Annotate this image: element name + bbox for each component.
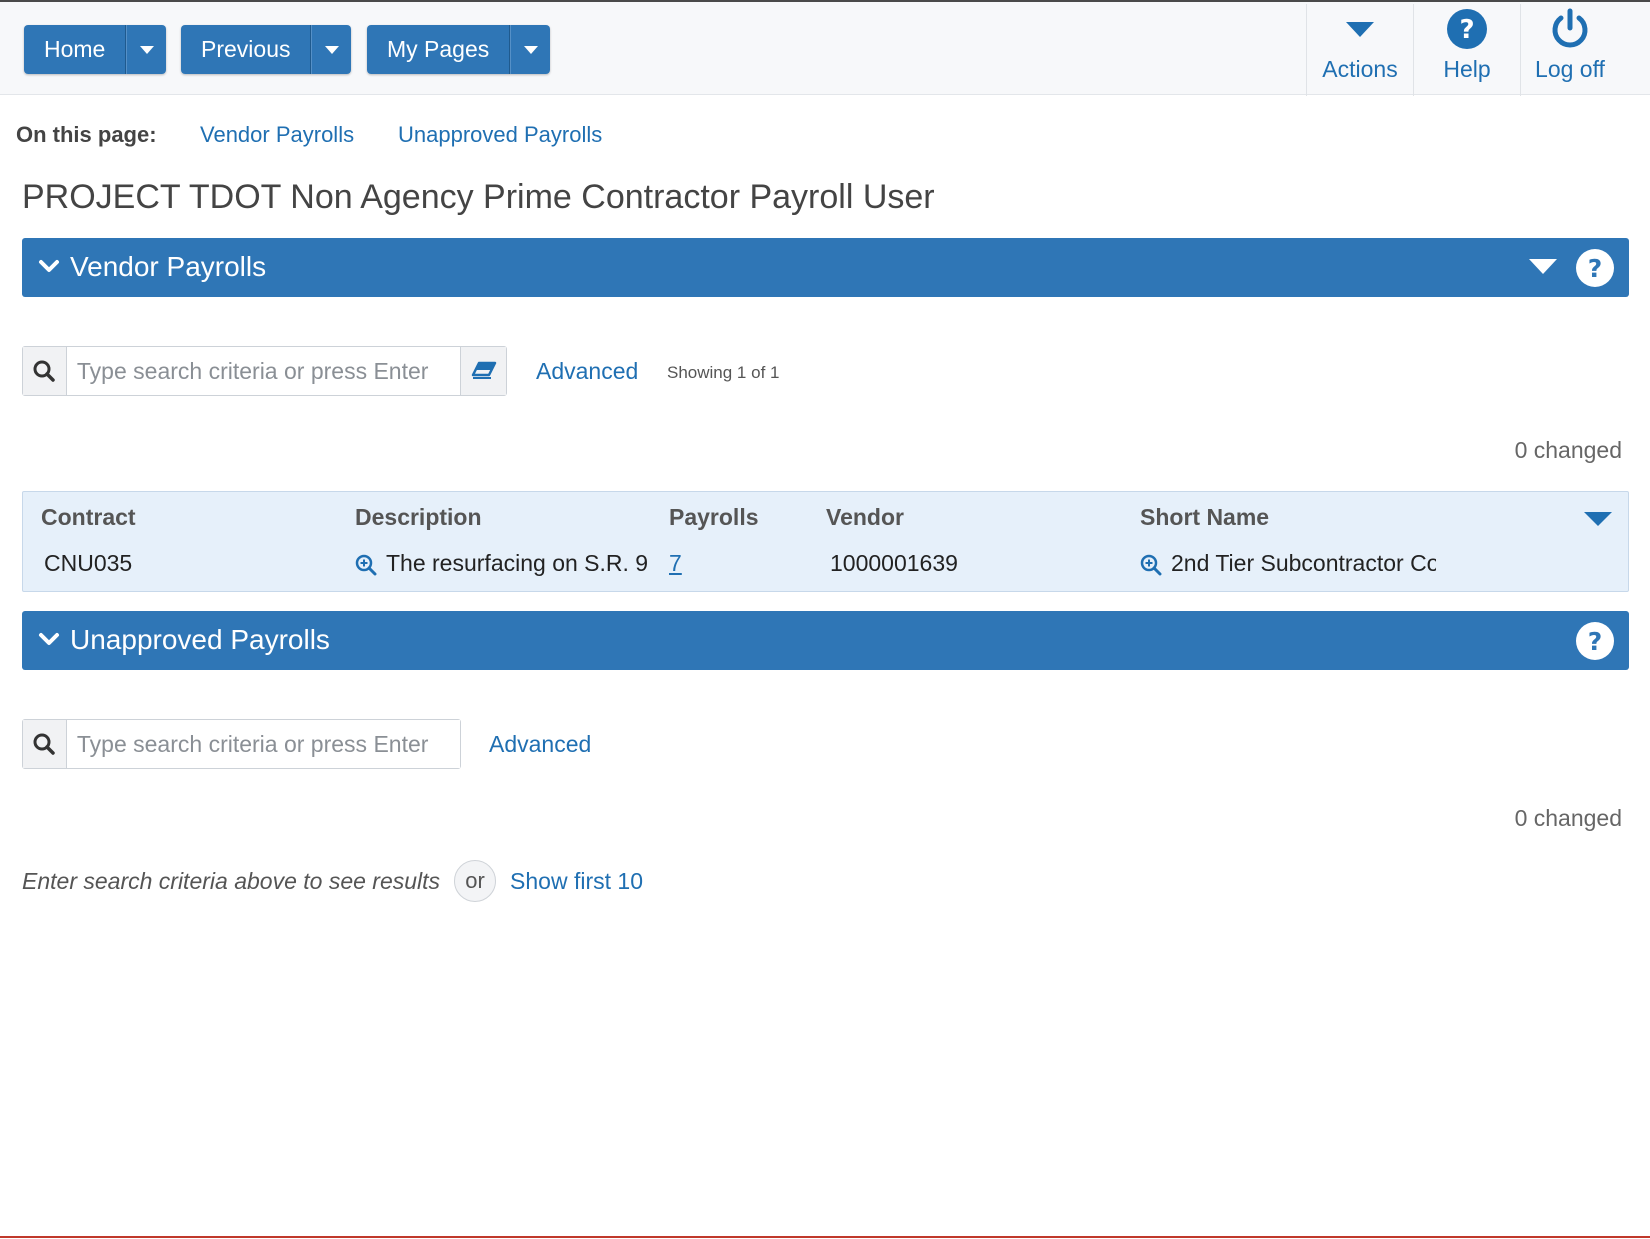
- caret-down-icon: [139, 45, 154, 54]
- bottom-border: [0, 1236, 1650, 1238]
- panel-help-icon[interactable]: ?: [1575, 248, 1615, 293]
- unapproved-payrolls-search-input[interactable]: [66, 720, 460, 768]
- vendor-payrolls-search: [22, 346, 507, 396]
- cell-short-name: 2nd Tier Subcontractor Co: [1171, 550, 1436, 576]
- jump-link-vendor-payrolls[interactable]: Vendor Payrolls: [200, 122, 354, 148]
- my-pages-dropdown-button[interactable]: [510, 25, 551, 74]
- grid-options-caret-icon[interactable]: [1584, 512, 1612, 526]
- svg-text:?: ?: [1588, 627, 1603, 656]
- svg-text:?: ?: [1459, 15, 1474, 45]
- search-icon: [23, 720, 67, 768]
- on-this-page-nav: On this page: Vendor Payrolls Unapproved…: [16, 122, 602, 148]
- unapproved-payrolls-changed-count: 0 changed: [1514, 805, 1622, 831]
- power-icon: [1548, 4, 1592, 54]
- clear-search-eraser-icon[interactable]: [460, 347, 506, 395]
- search-icon: [23, 347, 67, 395]
- vendor-payrolls-changed-count: 0 changed: [1514, 437, 1622, 463]
- cell-vendor: 1000001639: [830, 550, 958, 576]
- log-off-label: Log off: [1535, 56, 1605, 82]
- caret-down-icon: [523, 45, 538, 54]
- column-header-short-name[interactable]: Short Name: [1140, 504, 1269, 531]
- home-button[interactable]: Home: [24, 25, 127, 74]
- unapproved-payrolls-search: [22, 719, 461, 769]
- or-separator: or: [454, 860, 497, 902]
- panel-help-icon[interactable]: ?: [1575, 621, 1615, 666]
- actions-caret-icon: [1346, 4, 1374, 54]
- unapproved-payrolls-panel-header[interactable]: Unapproved Payrolls ?: [22, 611, 1629, 670]
- previous-button-group: Previous: [181, 25, 352, 74]
- on-this-page-label: On this page:: [16, 122, 157, 147]
- unapproved-payrolls-title: Unapproved Payrolls: [70, 624, 330, 655]
- show-first-10-link[interactable]: Show first 10: [510, 868, 643, 895]
- top-navbar: Home Previous My Pages Actions ? Help Lo…: [0, 2, 1650, 96]
- chevron-down-icon: [38, 631, 60, 652]
- home-dropdown-button[interactable]: [126, 25, 167, 74]
- caret-down-icon: [324, 45, 339, 54]
- help-icon: ?: [1446, 4, 1488, 54]
- home-button-group: Home: [24, 25, 167, 74]
- svg-text:?: ?: [1588, 254, 1603, 283]
- vendor-payrolls-panel-header[interactable]: Vendor Payrolls ?: [22, 238, 1629, 297]
- previous-dropdown-button[interactable]: [311, 25, 352, 74]
- column-header-description[interactable]: Description: [355, 504, 482, 531]
- vendor-payrolls-advanced-link[interactable]: Advanced: [536, 358, 638, 385]
- column-header-payrolls[interactable]: Payrolls: [669, 504, 759, 531]
- previous-button[interactable]: Previous: [181, 25, 312, 74]
- actions-label: Actions: [1322, 56, 1398, 82]
- chevron-down-icon: [38, 258, 60, 279]
- vendor-payrolls-grid: Contract Description Payrolls Vendor Sho…: [22, 491, 1629, 592]
- vendor-payrolls-record-count: Showing 1 of 1: [667, 363, 780, 382]
- column-header-vendor[interactable]: Vendor: [826, 504, 904, 531]
- jump-link-unapproved-payrolls[interactable]: Unapproved Payrolls: [398, 122, 602, 148]
- vendor-payrolls-title: Vendor Payrolls: [70, 251, 267, 282]
- vendor-payrolls-search-input[interactable]: [66, 347, 461, 395]
- help-menu[interactable]: ? Help: [1413, 4, 1520, 96]
- actions-menu[interactable]: Actions: [1306, 4, 1413, 96]
- panel-menu-caret-icon[interactable]: [1529, 259, 1557, 274]
- zoom-in-icon[interactable]: [355, 554, 377, 581]
- cell-description: The resurfacing on S.R. 9: [386, 550, 649, 576]
- cell-contract: CNU035: [44, 550, 133, 576]
- empty-results-message: Enter search criteria above to see resul…: [22, 867, 441, 894]
- zoom-in-icon[interactable]: [1140, 554, 1162, 581]
- log-off-menu[interactable]: Log off: [1520, 4, 1619, 96]
- help-label: Help: [1443, 56, 1491, 82]
- column-header-contract[interactable]: Contract: [41, 504, 136, 531]
- cell-payrolls-link[interactable]: 7: [669, 550, 682, 577]
- my-pages-button[interactable]: My Pages: [367, 25, 511, 74]
- unapproved-payrolls-empty-state: Enter search criteria above to see resul…: [22, 858, 643, 904]
- page-title: PROJECT TDOT Non Agency Prime Contractor…: [22, 178, 935, 216]
- unapproved-payrolls-advanced-link[interactable]: Advanced: [489, 731, 591, 758]
- my-pages-button-group: My Pages: [367, 25, 551, 74]
